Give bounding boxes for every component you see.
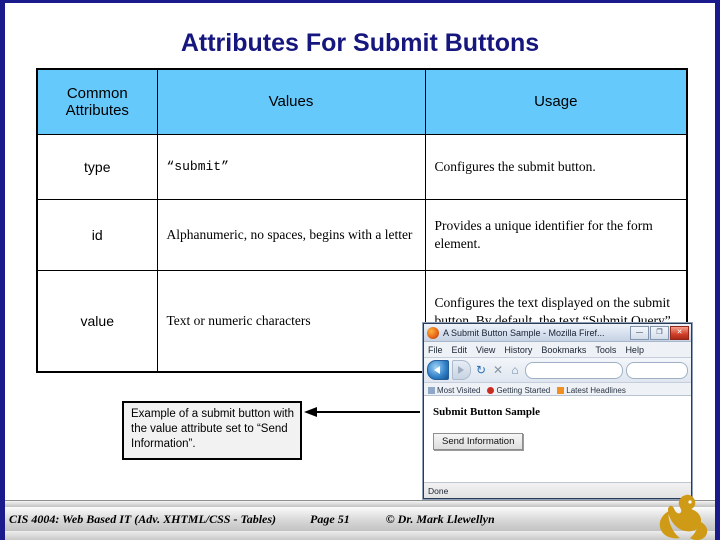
menu-item-history[interactable]: History (504, 345, 532, 355)
browser-window-title: A Submit Button Sample - Mozilla Firef..… (443, 327, 605, 338)
footer-page-number: Page 51 (310, 511, 350, 526)
bookmark-label: Most Visited (437, 385, 481, 395)
column-header-line-2: Attributes (65, 102, 129, 119)
menu-item-view[interactable]: View (476, 345, 495, 355)
column-header-usage: Usage (424, 68, 688, 135)
rss-feed-icon (557, 386, 565, 394)
browser-menubar: File Edit View History Bookmarks Tools H… (424, 342, 691, 358)
footer-copyright: © Dr. Mark Llewellyn (385, 511, 495, 526)
maximize-button[interactable]: ❐ (650, 325, 669, 340)
address-bar-input[interactable] (525, 361, 623, 379)
menu-item-help[interactable]: Help (625, 345, 644, 355)
cell-attribute-usage: Configures the submit button. (424, 134, 688, 200)
menu-item-edit[interactable]: Edit (452, 345, 468, 355)
minimize-button[interactable]: — (630, 325, 649, 340)
footer-divider-bottom (5, 531, 715, 540)
firefox-bookmark-icon (487, 386, 495, 394)
browser-statusbar: Done (424, 482, 691, 498)
menu-item-tools[interactable]: Tools (595, 345, 616, 355)
firefox-logo-icon (427, 326, 439, 339)
cell-attribute-values: Text or numeric characters (156, 270, 426, 373)
slide-footer: CIS 4004: Web Based IT (Adv. XHTML/CSS -… (5, 507, 715, 532)
cell-attribute-usage: Provides a unique identifier for the for… (424, 199, 688, 271)
back-icon[interactable] (427, 360, 449, 380)
window-controls: — ❐ ✕ (630, 325, 689, 340)
bookmark-most-visited[interactable]: Most Visited (428, 386, 480, 395)
bookmark-getting-started[interactable]: Getting Started (487, 386, 550, 395)
column-header-common-attributes: Common Attributes (36, 68, 158, 135)
cell-attribute-name: type (36, 134, 158, 200)
pegasus-logo-icon (659, 494, 708, 540)
table-header-row: Common Attributes Values Usage (36, 68, 688, 135)
reload-icon[interactable]: ↻ (474, 363, 488, 377)
footer-course-label: CIS 4004: Web Based IT (Adv. XHTML/CSS -… (9, 511, 277, 526)
cell-attribute-values: “submit” (156, 134, 426, 200)
menu-item-file[interactable]: File (428, 345, 443, 355)
callout-box: Example of a submit button with the valu… (122, 401, 302, 460)
bookmark-label: Getting Started (496, 385, 551, 395)
cell-attribute-name: id (36, 199, 158, 271)
forward-icon[interactable] (452, 360, 471, 380)
table-row: id Alphanumeric, no spaces, begins with … (36, 199, 688, 271)
stop-icon[interactable]: ✕ (491, 363, 505, 377)
table-row: type “submit” Configures the submit butt… (36, 134, 688, 200)
home-icon[interactable]: ⌂ (508, 363, 522, 377)
column-header-values: Values (156, 68, 426, 135)
browser-page-content: Submit Button Sample Send Information (424, 395, 691, 482)
menu-item-bookmarks[interactable]: Bookmarks (541, 345, 586, 355)
close-button[interactable]: ✕ (670, 325, 689, 340)
status-text: Done (428, 485, 449, 496)
sample-page-heading: Submit Button Sample (433, 406, 540, 418)
firefox-browser-screenshot: A Submit Button Sample - Mozilla Firef..… (423, 323, 692, 499)
cell-attribute-values: Alphanumeric, no spaces, begins with a l… (156, 199, 426, 271)
callout-arrow-icon (304, 407, 420, 417)
send-information-submit-button[interactable]: Send Information (433, 433, 524, 450)
slide-canvas: Attributes For Submit Buttons Common Att… (0, 0, 720, 540)
cell-attribute-name: value (36, 270, 158, 373)
column-header-line-1: Common (66, 84, 128, 102)
page-title: Attributes For Submit Buttons (180, 29, 540, 57)
search-input[interactable] (626, 361, 688, 379)
browser-navigation-toolbar: ↻ ✕ ⌂ (424, 358, 691, 383)
browser-titlebar: A Submit Button Sample - Mozilla Firef..… (424, 324, 691, 342)
bookmark-label: Latest Headlines (566, 385, 626, 395)
bookmark-latest-headlines[interactable]: Latest Headlines (557, 386, 626, 395)
bookmark-folder-icon (428, 386, 435, 394)
